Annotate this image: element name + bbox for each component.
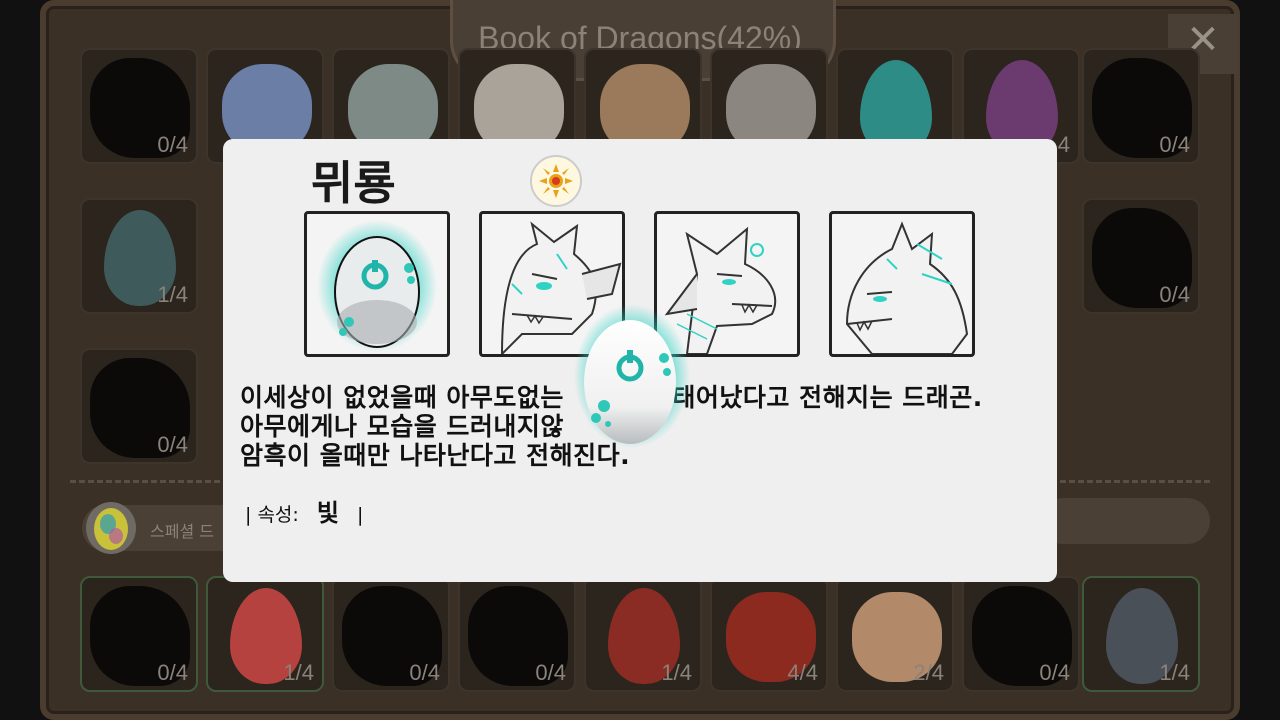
bottom-dragon-card[interactable]: 1/4 <box>206 576 324 692</box>
sun-icon <box>530 155 582 207</box>
card-count: 0/4 <box>409 660 440 685</box>
card-count: 0/4 <box>1039 660 1070 685</box>
attribute-label: | 속성: <box>245 504 299 526</box>
card-count: 0/4 <box>157 132 188 157</box>
card-count: 1/4 <box>661 660 692 685</box>
card-count: 0/4 <box>157 660 188 685</box>
special-egg-icon <box>86 502 136 554</box>
attribute-end: | <box>357 504 364 526</box>
card-count: 4/4 <box>787 660 818 685</box>
card-count: 0/4 <box>1159 282 1190 307</box>
bottom-dragon-card[interactable]: 0/4 <box>80 576 198 692</box>
card-count: 0/4 <box>535 660 566 685</box>
dragon-name: 뮈룡 <box>311 156 396 210</box>
bottom-dragon-card[interactable]: 1/4 <box>1082 576 1200 692</box>
bottom-dragon-card[interactable]: 1/4 <box>584 576 702 692</box>
top-dragon-card[interactable]: 0/4 <box>1082 198 1200 314</box>
floating-egg[interactable] <box>572 300 692 450</box>
card-count: 2/4 <box>913 660 944 685</box>
bottom-dragon-card[interactable]: 4/4 <box>710 576 828 692</box>
egg-stage-card[interactable] <box>304 211 450 357</box>
top-dragon-card[interactable]: 0/4 <box>1082 48 1200 164</box>
card-count: 0/4 <box>1159 132 1190 157</box>
top-dragon-card[interactable]: 1/4 <box>80 198 198 314</box>
attribute-row: | 속성: 빛 | <box>245 493 363 528</box>
bottom-dragon-card[interactable]: 0/4 <box>332 576 450 692</box>
top-dragon-card[interactable]: 0/4 <box>80 348 198 464</box>
card-count: 4 <box>1057 132 1070 157</box>
bottom-dragon-card[interactable]: 0/4 <box>458 576 576 692</box>
card-count: 0/4 <box>157 432 188 457</box>
card-count: 1/4 <box>1159 660 1190 685</box>
bottom-dragon-card[interactable]: 0/4 <box>962 576 1080 692</box>
top-dragon-card[interactable]: 0/4 <box>80 48 198 164</box>
adult-stage-card[interactable] <box>829 211 975 357</box>
bottom-dragon-card[interactable]: 2/4 <box>836 576 954 692</box>
attribute-value: 빛 <box>316 499 339 527</box>
card-count: 1/4 <box>283 660 314 685</box>
special-dragon-label: 스페셜 드 <box>150 522 214 541</box>
card-count: 1/4 <box>157 282 188 307</box>
special-right-button[interactable] <box>1040 498 1210 544</box>
